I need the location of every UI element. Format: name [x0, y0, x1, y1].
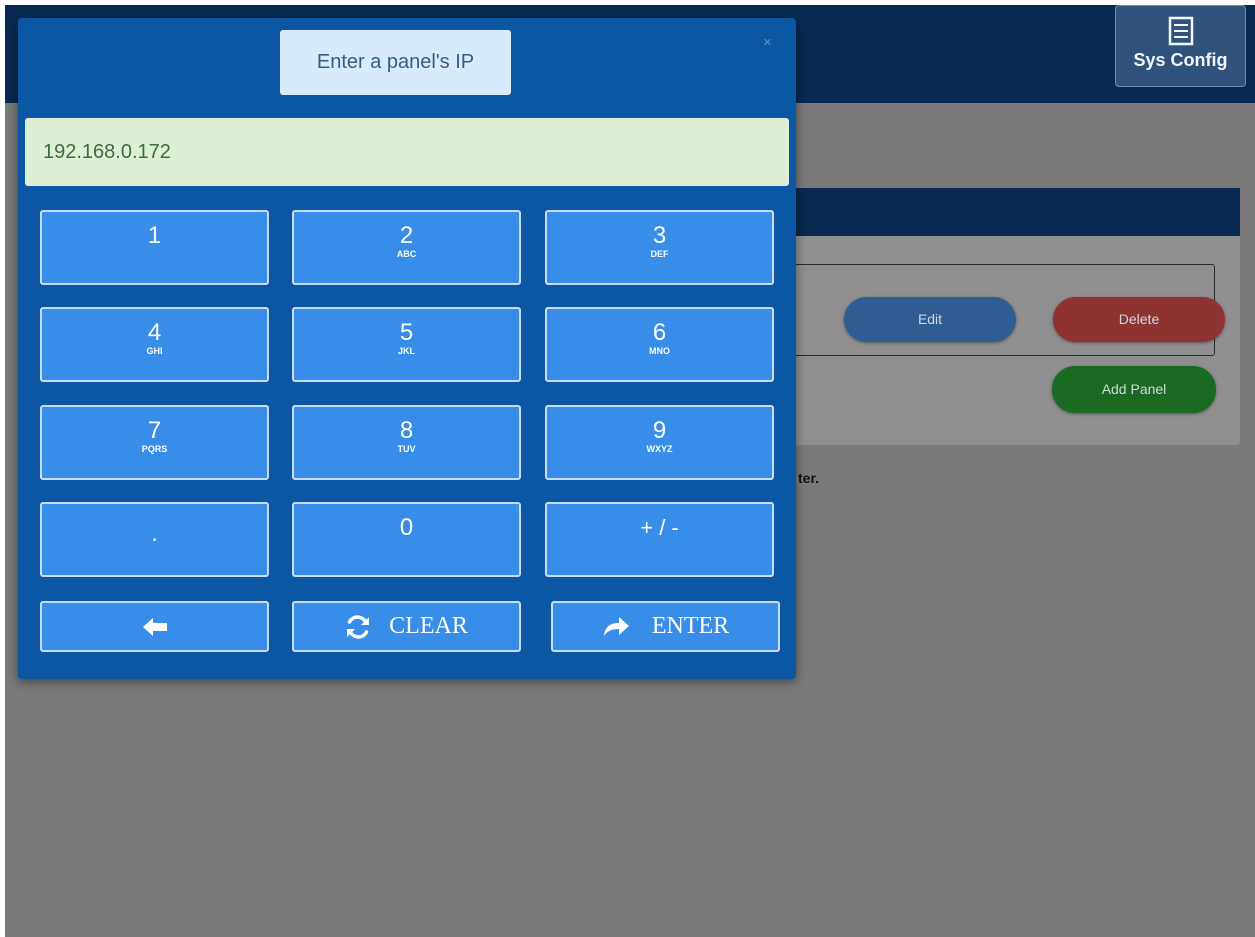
- share-arrow-icon: [603, 616, 629, 636]
- key-digit: 7: [147, 417, 162, 444]
- modal-title: Enter a panel's IP: [280, 30, 511, 95]
- sys-config-button[interactable]: Sys Config: [1115, 5, 1246, 87]
- delete-button[interactable]: Delete: [1053, 297, 1225, 342]
- arrow-left-icon: [142, 617, 167, 636]
- key-decimal[interactable]: .: [40, 502, 269, 577]
- key-plus-minus[interactable]: + / -: [545, 502, 774, 577]
- clear-label: CLEAR: [389, 613, 468, 639]
- key-1[interactable]: 1: [40, 210, 269, 285]
- key-letters: PQRS: [141, 444, 168, 454]
- key-digit: 1: [147, 222, 162, 249]
- key-letters: ABC: [396, 249, 417, 259]
- key-8[interactable]: 8 TUV: [292, 405, 521, 480]
- key-digit: 3: [652, 222, 667, 249]
- key-digit: 4: [147, 319, 162, 346]
- enter-label: ENTER: [651, 613, 730, 639]
- key-digit: 8: [399, 417, 414, 444]
- add-panel-button[interactable]: Add Panel: [1052, 366, 1216, 413]
- key-letters: JKL: [397, 346, 415, 356]
- key-digit: .: [151, 520, 158, 547]
- key-letters: WXYZ: [646, 444, 673, 454]
- key-6[interactable]: 6 MNO: [545, 307, 774, 382]
- key-digit: 5: [399, 319, 414, 346]
- key-4[interactable]: 4 GHI: [40, 307, 269, 382]
- key-digit: 2: [399, 222, 414, 249]
- close-icon[interactable]: ×: [763, 34, 772, 51]
- key-2[interactable]: 2 ABC: [292, 210, 521, 285]
- key-letters: TUV: [397, 444, 416, 454]
- keypad-modal: Enter a panel's IP × 192.168.0.172 1 2 A…: [18, 18, 796, 679]
- enter-button[interactable]: ENTER: [551, 601, 780, 652]
- key-3[interactable]: 3 DEF: [545, 210, 774, 285]
- refresh-icon: [347, 614, 370, 639]
- clear-button[interactable]: CLEAR: [292, 601, 521, 652]
- list-icon: [1168, 16, 1193, 46]
- key-0[interactable]: 0: [292, 502, 521, 577]
- key-9[interactable]: 9 WXYZ: [545, 405, 774, 480]
- sys-config-label: Sys Config: [1133, 50, 1228, 70]
- backspace-button[interactable]: [40, 601, 269, 652]
- key-digit: + / -: [640, 515, 679, 540]
- key-digit: 0: [399, 514, 414, 541]
- key-letters: MNO: [649, 346, 670, 356]
- key-letters: GHI: [146, 346, 163, 356]
- edit-button[interactable]: Edit: [844, 297, 1016, 342]
- key-digit: 6: [652, 319, 667, 346]
- key-letters: DEF: [650, 249, 669, 259]
- hint-text: ter.: [798, 470, 820, 486]
- ip-display: 192.168.0.172: [25, 118, 789, 186]
- key-7[interactable]: 7 PQRS: [40, 405, 269, 480]
- key-digit: 9: [652, 417, 667, 444]
- key-5[interactable]: 5 JKL: [292, 307, 521, 382]
